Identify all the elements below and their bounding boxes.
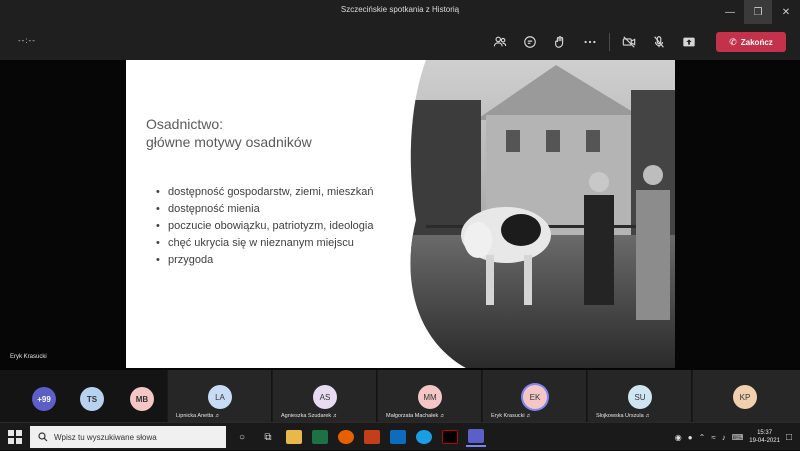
search-placeholder: Wpisz tu wyszukiwane słowa [54, 432, 157, 442]
chat-icon [524, 36, 536, 48]
teams-icon[interactable] [466, 427, 486, 447]
volume-icon[interactable]: ♪ [722, 433, 726, 442]
excel-icon[interactable] [310, 427, 330, 447]
cortana-icon[interactable]: ○ [232, 427, 252, 447]
participant-name: Słojkowska Urszula ♬ [596, 413, 651, 419]
mic-toggle[interactable] [644, 30, 674, 54]
powerpoint-icon[interactable] [362, 427, 382, 447]
speaker-name-label: Eryk Krasucki [10, 354, 47, 360]
people-icon [493, 36, 507, 47]
taskbar-clock[interactable]: 15:37 19-04-2021 [749, 429, 780, 445]
camera-off-icon [622, 36, 636, 48]
participant-name: Małgorzata Machałek ♬ [386, 413, 446, 419]
mail-icon[interactable] [388, 427, 408, 447]
close-button[interactable]: ✕ [772, 0, 800, 24]
chat-button[interactable] [515, 30, 545, 54]
participant-gallery: +99 TS MB LA Lipnicka Anetta ♬ AS Agnies… [0, 370, 800, 422]
presentation-slide: Osadnictwo: główne motywy osadników dost… [126, 60, 675, 368]
mic-off-icon [654, 36, 664, 48]
participant-avatar-overflow[interactable]: +99 [32, 387, 56, 411]
participant-avatar: SU [628, 385, 652, 409]
participant-avatar: LA [208, 385, 232, 409]
search-icon [38, 432, 48, 442]
notifications-icon[interactable]: □ [786, 432, 792, 443]
task-view-icon[interactable]: ⧉ [258, 427, 278, 447]
toolbar-divider [609, 33, 610, 51]
mic-muted-icon: ♬ [332, 413, 339, 419]
participant-tile[interactable]: MM Małgorzata Machałek ♬ [377, 370, 481, 422]
end-call-label: Zakończ [740, 37, 773, 47]
participant-tile[interactable]: SU Słojkowska Urszula ♬ [587, 370, 691, 422]
mic-muted-icon: ♬ [439, 413, 446, 419]
firefox-icon[interactable] [336, 427, 356, 447]
participant-avatar: KP [733, 385, 757, 409]
participant-tile[interactable]: LA Lipnicka Anetta ♬ [167, 370, 271, 422]
participant-tile[interactable]: AS Agnieszka Szudarek ♬ [272, 370, 376, 422]
title-bar: Szczecińskie spotkania z Historią — ❐ ✕ [0, 0, 800, 24]
reactions-button[interactable] [545, 30, 575, 54]
clock-date: 19-04-2021 [749, 438, 780, 444]
participant-name: Eryk Krasucki ♬ [491, 413, 532, 419]
slide-bullet: chęć ukrycia się w nieznanym miejscu [156, 236, 386, 250]
participant-avatar: EK [523, 385, 547, 409]
share-button[interactable] [674, 30, 704, 54]
file-explorer-icon[interactable] [284, 427, 304, 447]
participant-initials: +99 [37, 394, 51, 404]
edge-icon[interactable] [414, 427, 434, 447]
participant-name: Lipnicka Anetta ♬ [176, 413, 221, 419]
meeting-toolbar: --:-- ✆ Zakończ [0, 24, 800, 60]
meeting-timer: --:-- [18, 36, 36, 45]
taskbar-search-box[interactable]: Wpisz tu wyszukiwane słowa [30, 426, 226, 448]
window-title: Szczecińskie spotkania z Historią [340, 5, 460, 14]
slide-bullet: dostępność mienia [156, 202, 386, 216]
mic-muted-icon: ♬ [214, 413, 221, 419]
participant-tile[interactable]: KP [692, 370, 800, 422]
slide-bullet: dostępność gospodarstw, ziemi, mieszkań [156, 185, 386, 199]
slide-bullet-list: dostępność gospodarstw, ziemi, mieszkań … [156, 185, 386, 270]
end-call-button[interactable]: ✆ Zakończ [716, 32, 786, 52]
minimize-button[interactable]: — [716, 0, 744, 24]
netflix-icon[interactable] [440, 427, 460, 447]
teams-tray-icon[interactable]: ● [688, 433, 693, 442]
participant-initials: TS [86, 394, 98, 404]
participant-avatar[interactable]: TS [80, 387, 104, 411]
participant-tile-active-speaker[interactable]: EK Eryk Krasucki ♬ [482, 370, 586, 422]
camera-toggle[interactable] [614, 30, 644, 54]
participants-button[interactable] [485, 30, 515, 54]
participant-name: Agnieszka Szudarek ♬ [281, 413, 339, 419]
participant-avatar: MM [418, 385, 442, 409]
mic-muted-icon: ♬ [645, 413, 651, 419]
slide-bullet: przygoda [156, 253, 386, 267]
hand-icon [555, 36, 564, 48]
windows-taskbar: Wpisz tu wyszukiwane słowa ○ ⧉ ◉ ● ⌃ ≈ ♪… [0, 422, 800, 450]
network-icon[interactable]: ◉ [675, 433, 682, 442]
share-screen-icon [683, 37, 695, 47]
slide-title: Osadnictwo: główne motywy osadników [146, 116, 312, 150]
participant-initials: MB [135, 394, 149, 404]
wifi-icon[interactable]: ≈ [711, 433, 715, 442]
slide-photo [410, 60, 675, 368]
maximize-button[interactable]: ❐ [744, 0, 772, 24]
participant-avatar: AS [313, 385, 337, 409]
system-tray: ◉ ● ⌃ ≈ ♪ ⌨ 15:37 19-04-2021 □ [675, 423, 800, 451]
keyboard-icon[interactable]: ⌨ [732, 433, 744, 442]
slide-bullet: poczucie obowiązku, patriotyzm, ideologi… [156, 219, 386, 233]
phone-hangup-icon: ✆ [729, 36, 737, 47]
shared-screen-stage: Osadnictwo: główne motywy osadników dost… [0, 60, 800, 370]
show-hidden-icons-icon[interactable]: ⌃ [699, 433, 706, 442]
windows-start-icon[interactable] [8, 430, 22, 444]
more-actions-button[interactable] [575, 30, 605, 54]
more-icon [584, 40, 596, 44]
clock-time: 15:37 [757, 430, 773, 436]
participant-avatar[interactable]: MB [130, 387, 154, 411]
mic-muted-icon: ♬ [526, 413, 532, 419]
